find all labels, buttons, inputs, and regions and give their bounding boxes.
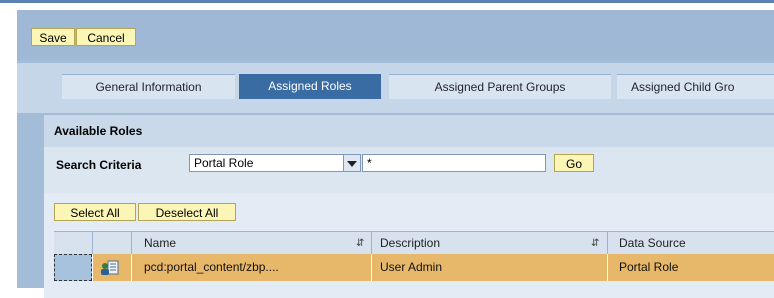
search-input[interactable]: *: [362, 154, 546, 172]
tab-label: Assigned Parent Groups: [434, 80, 566, 94]
tab-assigned-roles[interactable]: Assigned Roles: [239, 74, 381, 99]
search-type-select[interactable]: Portal Role: [189, 154, 345, 172]
save-button[interactable]: Save: [31, 28, 75, 46]
row-selector[interactable]: [54, 254, 92, 281]
section-title: Available Roles: [44, 115, 774, 147]
cell-data-source: Portal Role: [619, 260, 679, 274]
table-header: Name ⇵ Description ⇵ Data Source: [54, 231, 774, 255]
column-header-name[interactable]: Name: [144, 232, 176, 255]
column-separator: [92, 232, 93, 255]
column-header-data-source[interactable]: Data Source: [619, 232, 686, 255]
tab-label: Assigned Roles: [268, 79, 352, 93]
cell-description: User Admin: [380, 260, 443, 274]
left-margin: [0, 3, 16, 288]
tab-general-information[interactable]: General Information: [62, 74, 235, 99]
dropdown-arrow-icon[interactable]: [343, 154, 361, 172]
column-separator: [371, 232, 372, 255]
deselect-all-button[interactable]: Deselect All: [138, 203, 236, 221]
role-icon: [99, 254, 125, 281]
column-separator: [607, 232, 608, 255]
search-row: Search Criteria Portal Role * Go: [44, 147, 774, 193]
search-criteria-label: Search Criteria: [56, 158, 142, 172]
sort-icon[interactable]: ⇵: [591, 232, 599, 255]
column-separator: [92, 254, 93, 281]
select-all-button[interactable]: Select All: [54, 203, 136, 221]
column-separator: [607, 254, 608, 281]
user-admin-panel: Save Cancel General Information Assigned…: [17, 10, 774, 298]
tab-assigned-parent-groups[interactable]: Assigned Parent Groups: [389, 74, 611, 99]
cell-name[interactable]: pcd:portal_content/zbp....: [144, 254, 279, 281]
column-separator: [131, 232, 132, 255]
tab-label: General Information: [95, 80, 202, 94]
cancel-button[interactable]: Cancel: [76, 28, 136, 46]
toolbar: Save Cancel: [17, 10, 774, 60]
tab-label: Assigned Child Gro: [631, 80, 735, 94]
top-border: [0, 0, 774, 3]
go-button[interactable]: Go: [554, 154, 594, 172]
column-header-description[interactable]: Description: [380, 232, 440, 255]
column-separator: [131, 254, 132, 281]
tab-assigned-child-groups[interactable]: Assigned Child Gro: [617, 74, 774, 99]
table-row[interactable]: pcd:portal_content/zbp.... User Admin Po…: [54, 254, 774, 281]
sort-icon[interactable]: ⇵: [356, 232, 364, 255]
column-separator: [371, 254, 372, 281]
